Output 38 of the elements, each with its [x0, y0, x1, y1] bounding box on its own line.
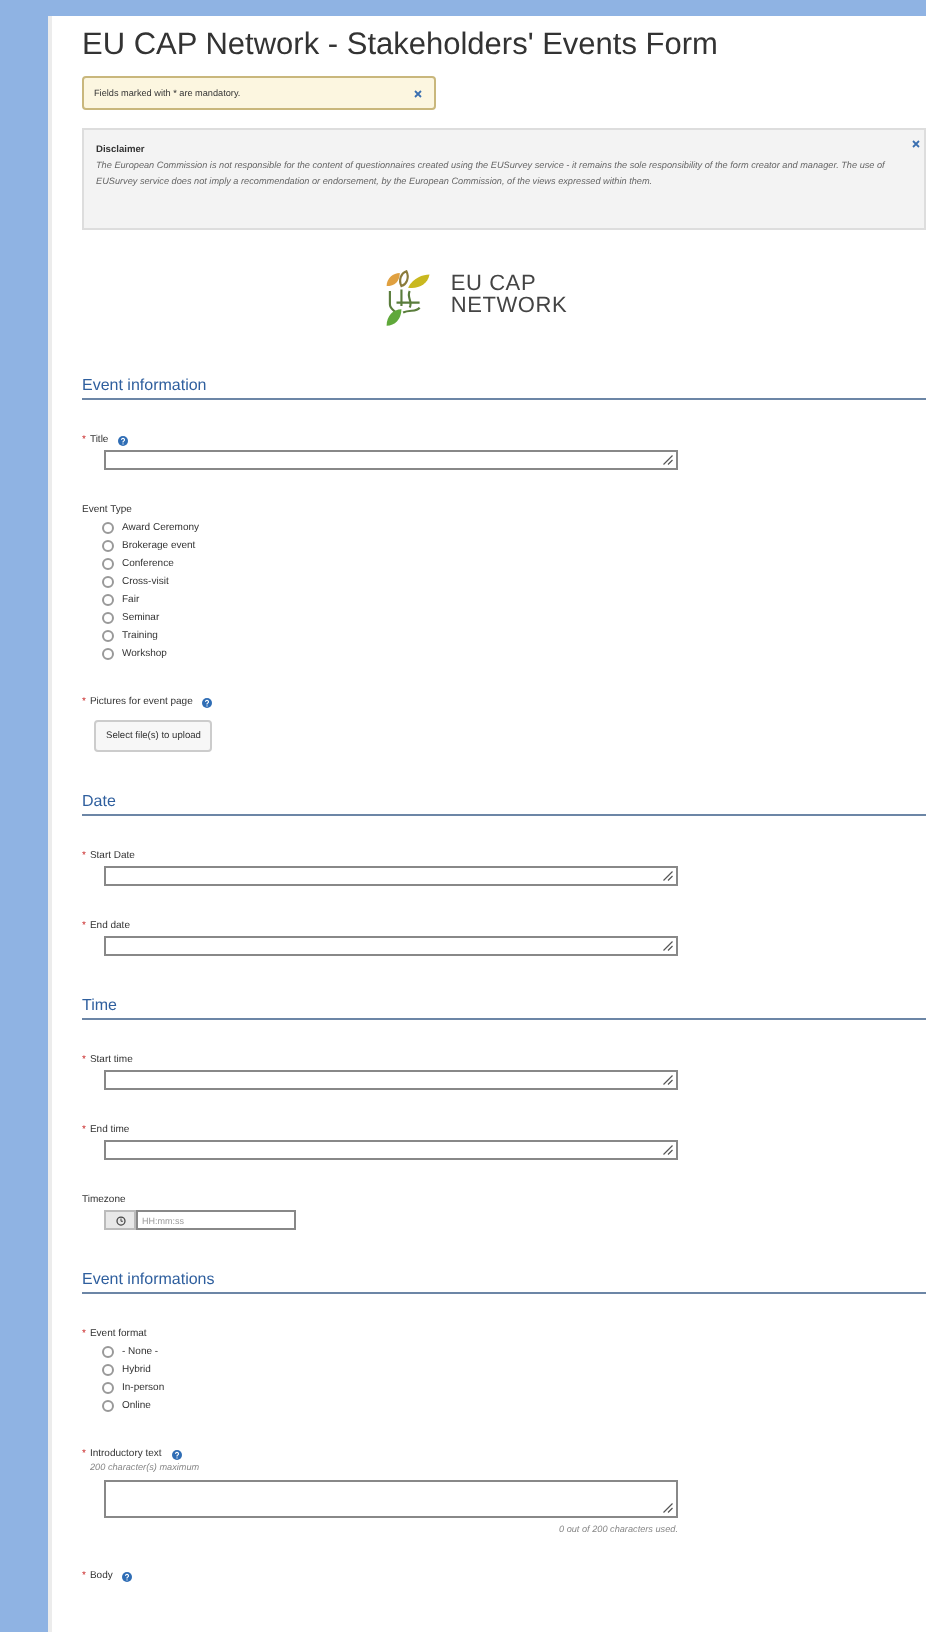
radio-button[interactable] [102, 521, 114, 533]
radio-button[interactable] [102, 1381, 114, 1393]
text-field[interactable] [104, 1480, 678, 1518]
section-heading: Date [82, 792, 926, 816]
logo-text: NETWORK [450, 296, 568, 318]
clock-icon [115, 1215, 125, 1225]
radio-button[interactable] [102, 1345, 114, 1357]
text-field[interactable] [104, 450, 678, 470]
resize-handle-icon[interactable] [662, 940, 674, 952]
radio-button[interactable] [102, 647, 114, 659]
resize-handle-icon[interactable] [662, 870, 674, 882]
resize-handle-icon[interactable] [662, 1074, 674, 1086]
text-field[interactable] [104, 1070, 678, 1090]
help-icon[interactable] [122, 1571, 133, 1581]
text-field[interactable] [104, 866, 678, 886]
radio-button[interactable] [102, 1399, 114, 1411]
radio-button[interactable] [102, 593, 114, 605]
text-field[interactable] [104, 1140, 678, 1160]
help-icon[interactable] [118, 435, 129, 445]
radio-button[interactable] [102, 575, 114, 587]
help-icon[interactable] [171, 1449, 182, 1459]
radio-button[interactable] [102, 1363, 114, 1375]
section-heading: Event informations [82, 1270, 926, 1294]
close-icon[interactable] [414, 89, 422, 97]
section-heading: Time [82, 996, 926, 1020]
resize-handle-icon[interactable] [662, 1502, 674, 1514]
close-icon[interactable] [912, 140, 920, 148]
resize-handle-icon[interactable] [662, 1144, 674, 1156]
resize-handle-icon[interactable] [662, 454, 674, 466]
text-field[interactable] [104, 936, 678, 956]
section-heading: Event information [82, 376, 926, 400]
radio-button[interactable] [102, 557, 114, 569]
radio-button[interactable] [102, 539, 114, 551]
help-icon[interactable] [202, 697, 213, 707]
page-title: EU CAP Network - Stakeholders' Events Form [82, 28, 720, 64]
radio-button[interactable] [102, 611, 114, 623]
logo-text: EU CAP [450, 274, 539, 296]
radio-button[interactable] [102, 629, 114, 641]
